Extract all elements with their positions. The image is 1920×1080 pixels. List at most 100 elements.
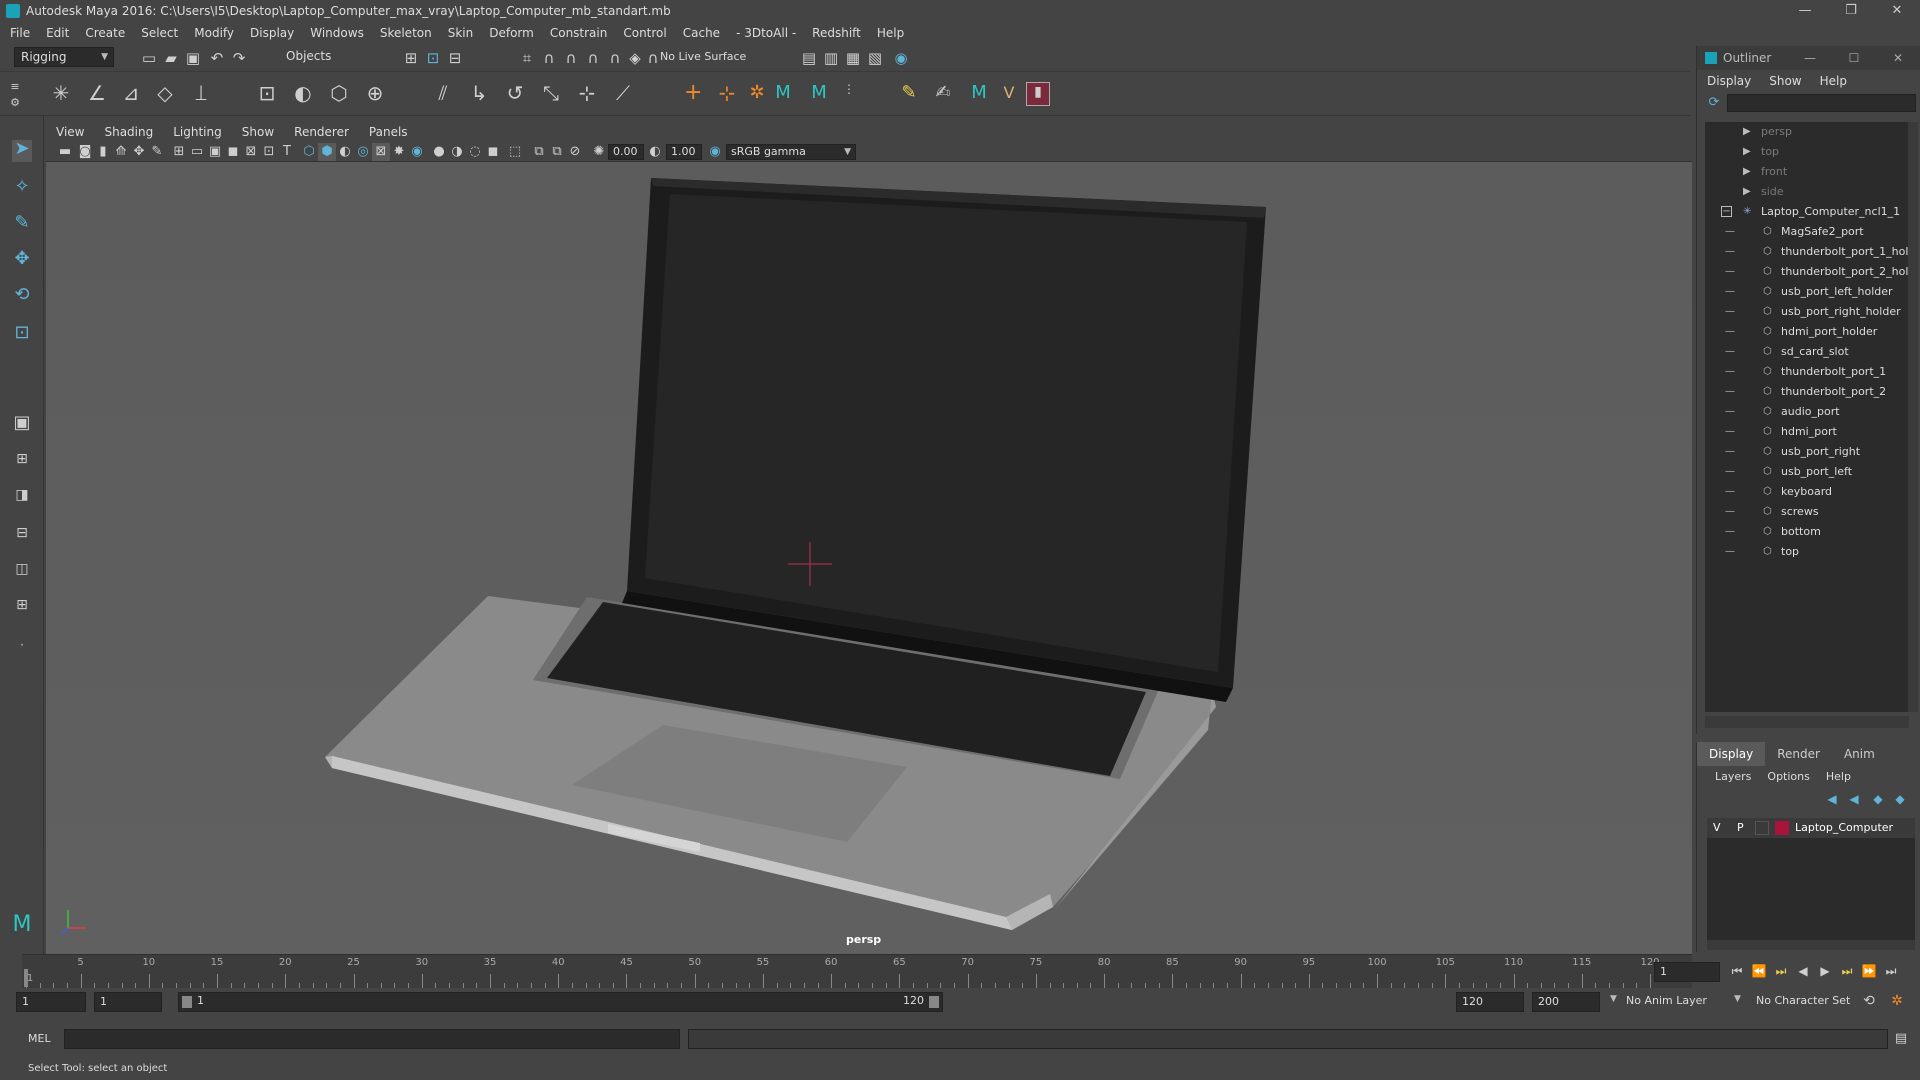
exposure-field[interactable]: 0.00	[608, 144, 644, 160]
motion-blur-icon[interactable]: ●	[430, 143, 448, 161]
viewport-menu-show[interactable]: Show	[242, 125, 274, 139]
2d-pan-icon[interactable]: ✥	[130, 143, 148, 161]
time-slider[interactable]: 5 10 15 20 25 30 35 40 45 50 55 60 65 70 75 80 85 90 95 100…	[22, 954, 1692, 988]
ik-handle-icon[interactable]: ∠	[88, 83, 106, 103]
aim-constraint-icon[interactable]: ↳	[470, 83, 488, 103]
outliner-item-child[interactable]: — ⬡ hdmi_port	[1705, 422, 1909, 442]
outliner-search-input[interactable]	[1727, 94, 1916, 112]
outliner-item-child[interactable]: — ⬡ bottom	[1705, 522, 1909, 542]
outliner-menu-display[interactable]: Display	[1707, 74, 1751, 88]
playback-end-field[interactable]: 120	[1456, 992, 1524, 1012]
animation-start-field[interactable]: 1	[16, 992, 86, 1012]
layer-display-type[interactable]	[1755, 821, 1769, 835]
tab-display[interactable]: Display	[1697, 742, 1766, 766]
field-chart-icon[interactable]: ⊠	[242, 143, 260, 161]
add-influence-icon[interactable]: ⊹	[718, 83, 736, 103]
smooth-shade-icon[interactable]: ⬢	[318, 143, 336, 161]
animation-end-field[interactable]: 200	[1532, 992, 1600, 1012]
hypershade-icon[interactable]: ▧	[866, 49, 884, 67]
lights-icon[interactable]: ⊠	[372, 143, 390, 161]
layer-playback-toggle[interactable]: P	[1737, 818, 1744, 838]
menu-set-dropdown[interactable]: Rigging ▼	[14, 47, 114, 67]
snap-curve-icon[interactable]: ∩	[540, 49, 558, 67]
menu-skin[interactable]: Skin	[448, 26, 474, 40]
menu-create[interactable]: Create	[85, 26, 125, 40]
lasso-tool-icon[interactable]: ✧	[12, 178, 32, 200]
hypershade-layout-icon[interactable]: ◫	[12, 560, 32, 582]
orient-constraint-icon[interactable]: ↺	[506, 83, 524, 103]
outliner-item-child[interactable]: — ⬡ thunderbolt_port_2_hol	[1705, 262, 1909, 282]
render-frame-icon[interactable]: ▤	[800, 49, 818, 67]
select-hierarchy-icon[interactable]: ⊞	[402, 49, 420, 67]
menu-windows[interactable]: Windows	[310, 26, 364, 40]
outliner-horizontal-scrollbar[interactable]	[1705, 716, 1909, 728]
play-forward-icon[interactable]: ▶	[1816, 962, 1834, 980]
bookmark-icon[interactable]: ▮	[94, 143, 112, 161]
menu-edit[interactable]: Edit	[46, 26, 69, 40]
character-set-dropdown[interactable]: No Character Set	[1756, 994, 1850, 1007]
camera-icon[interactable]: ▬	[56, 143, 74, 161]
time-slider-playhead[interactable]	[24, 969, 28, 987]
layer-color-swatch[interactable]	[1775, 821, 1789, 835]
ambient-occlusion-icon[interactable]: ◉	[408, 143, 426, 161]
four-view-icon[interactable]: ⊞	[12, 450, 32, 472]
animation-prefs-icon[interactable]: ✲	[1888, 992, 1906, 1010]
layer-menu-help[interactable]: Help	[1826, 770, 1851, 783]
range-end-handle[interactable]	[929, 996, 939, 1008]
resolution-gate-icon[interactable]: ▣	[206, 143, 224, 161]
play-backward-icon[interactable]: ◀	[1794, 962, 1812, 980]
menu-skeleton[interactable]: Skeleton	[380, 26, 432, 40]
paint-select-icon[interactable]: ✎	[12, 214, 32, 236]
scale-constraint-icon[interactable]: ⤡	[542, 83, 560, 103]
viewport-menu-panels[interactable]: Panels	[369, 125, 408, 139]
outliner-close-button[interactable]: ✕	[1876, 46, 1920, 70]
viewport-menu-view[interactable]: View	[56, 125, 84, 139]
command-language-toggle[interactable]: MEL	[28, 1032, 51, 1045]
outliner-item-top[interactable]: ▶ top	[1705, 142, 1909, 162]
snap-point-icon[interactable]: ∩	[562, 49, 580, 67]
grid-icon[interactable]: ⊞	[170, 143, 188, 161]
restore-button[interactable]: ❐	[1828, 0, 1874, 22]
script-editor-layout-icon[interactable]: ⊞	[12, 596, 32, 618]
outliner-item-child[interactable]: — ⬡ keyboard	[1705, 482, 1909, 502]
tab-anim[interactable]: Anim	[1832, 742, 1887, 766]
collapse-icon[interactable]: −	[1721, 206, 1732, 217]
move-tool-icon[interactable]: ✥	[12, 250, 32, 272]
exposure-icon[interactable]: ✺	[590, 143, 608, 161]
close-button[interactable]: ✕	[1874, 0, 1920, 22]
joint-tool-icon[interactable]: ✳	[52, 83, 70, 103]
single-perspective-icon[interactable]: ▣	[12, 414, 32, 436]
anim-layer-dropdown[interactable]: No Anim Layer	[1626, 994, 1707, 1007]
minimize-button[interactable]: —	[1782, 0, 1828, 22]
outliner-item-child[interactable]: — ⬡ screws	[1705, 502, 1909, 522]
select-object-icon[interactable]: ⊡	[424, 49, 442, 67]
viewport-persp[interactable]: persp	[46, 162, 1692, 954]
gamma-field[interactable]: 1.00	[666, 144, 702, 160]
outliner-item-child[interactable]: — ⬡ MagSafe2_port	[1705, 222, 1909, 242]
undo-icon[interactable]: ↶	[208, 49, 226, 67]
render-settings-icon[interactable]: ▦	[844, 49, 862, 67]
outliner-vertical-scrollbar[interactable]	[1908, 122, 1918, 712]
v-tool-icon[interactable]: V	[1000, 84, 1018, 102]
layer-row[interactable]: V P Laptop_Computer	[1707, 818, 1915, 838]
menu-display[interactable]: Display	[250, 26, 294, 40]
playback-start-field[interactable]: 1	[94, 992, 162, 1012]
paint-weights-icon[interactable]: ✎	[900, 84, 918, 102]
render-view-icon[interactable]: ◉	[892, 49, 910, 67]
outliner-item-child[interactable]: — ⬡ usb_port_left	[1705, 462, 1909, 482]
ipr-render-icon[interactable]: ▥	[822, 49, 840, 67]
backface-icon[interactable]: ⊘	[566, 143, 584, 161]
sculpt-icon[interactable]: ⊕	[366, 83, 384, 103]
move-layer-down-icon[interactable]: ◀	[1845, 790, 1863, 808]
select-component-icon[interactable]: ⊟	[446, 49, 464, 67]
locator-icon[interactable]: +	[684, 82, 702, 104]
tab-render[interactable]: Render	[1765, 742, 1832, 766]
layer-name[interactable]: Laptop_Computer	[1795, 818, 1893, 838]
outliner-item-front[interactable]: ▶ front	[1705, 162, 1909, 182]
outliner-item-child[interactable]: — ⬡ usb_port_right_holder	[1705, 302, 1909, 322]
toolbox-extra-icon[interactable]: ·	[12, 636, 32, 658]
paint-tool-icon[interactable]: ✍	[934, 84, 952, 102]
skin-bind-icon[interactable]: ◇	[156, 83, 174, 103]
menu-file[interactable]: File	[10, 26, 30, 40]
channel-control-icon[interactable]: ⋮	[840, 80, 858, 98]
